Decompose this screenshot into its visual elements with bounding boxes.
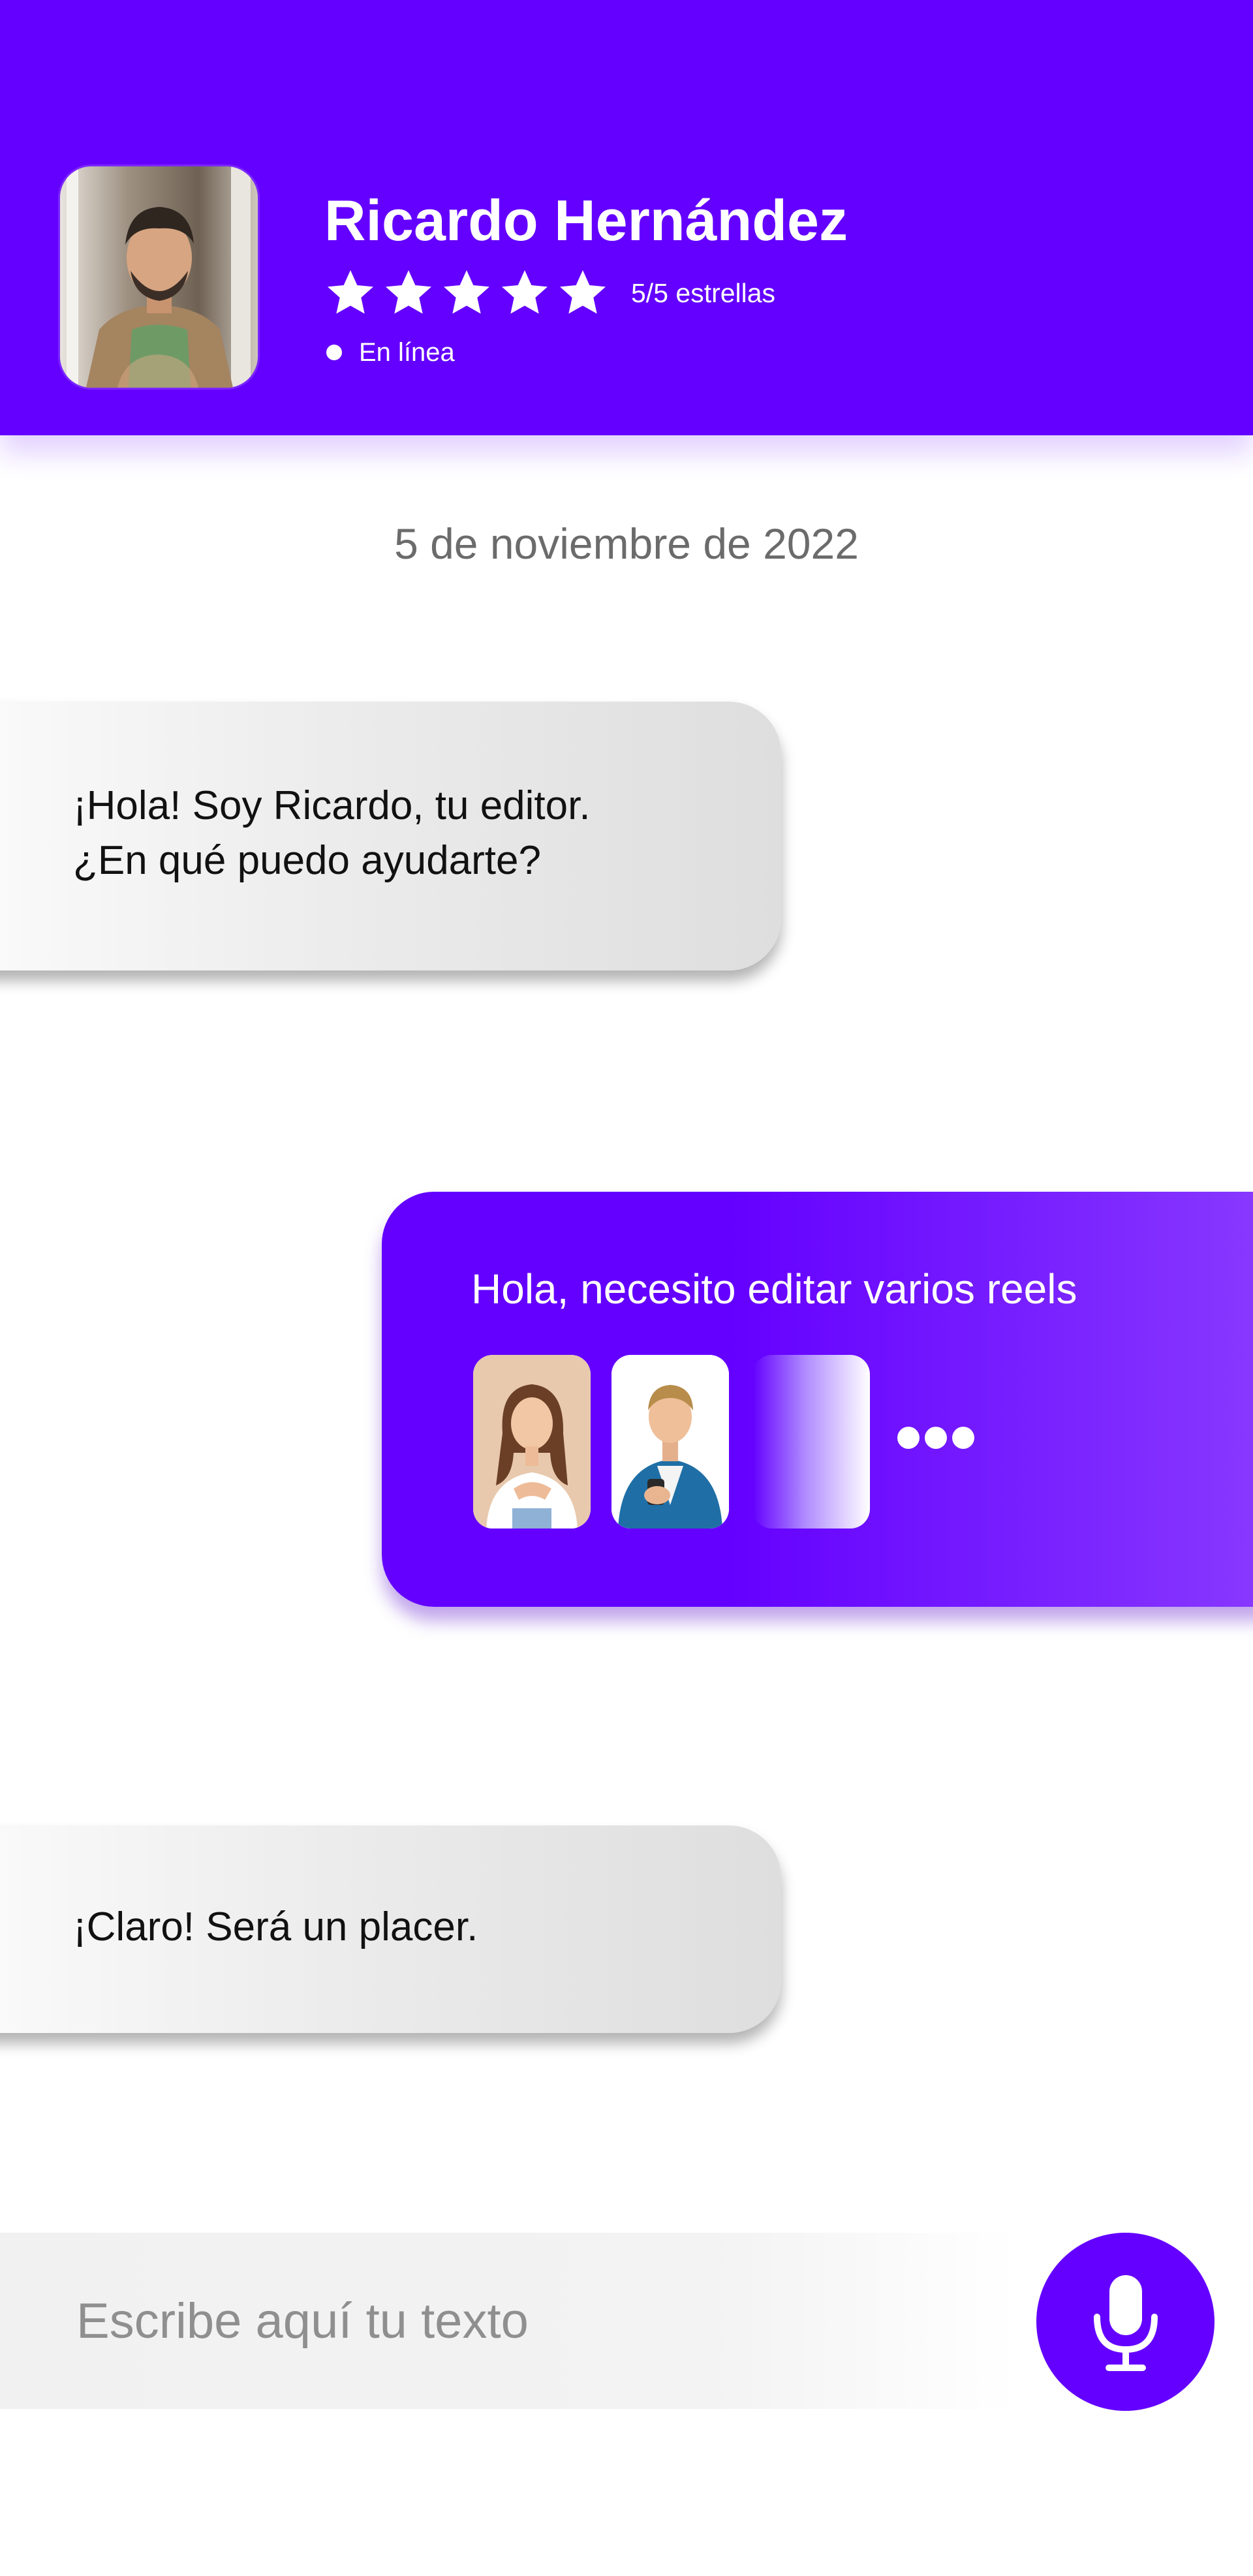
more-dots-icon[interactable]: [897, 1427, 974, 1449]
chat-screen: Ricardo Hernández 5/5 estrellas En línea…: [0, 0, 1253, 2576]
attachment-thumbnail-faded[interactable]: [752, 1355, 870, 1529]
incoming-message: ¡Hola! Soy Ricardo, tu editor. ¿En qué p…: [0, 702, 781, 970]
person-photo-icon: [60, 166, 258, 388]
rating-label: 5/5 estrellas: [631, 277, 776, 308]
star-icon: [502, 270, 548, 314]
message-input[interactable]: [0, 2233, 979, 2409]
woman-photo-icon: [473, 1355, 591, 1529]
attachment-thumbnail-man[interactable]: [611, 1355, 729, 1529]
online-dot-icon: [326, 345, 342, 360]
message-text: ¡Claro! Será un placer.: [73, 1904, 478, 1949]
contact-name: Ricardo Hernández: [324, 188, 848, 253]
status-text: En línea: [359, 337, 455, 367]
star-icon: [444, 270, 489, 314]
date-separator: 5 de noviembre de 2022: [394, 520, 859, 568]
message-composer: [0, 2233, 1018, 2409]
man-photo-icon: [611, 1355, 729, 1529]
microphone-button[interactable]: [1036, 2233, 1214, 2411]
message-text: ¡Hola! Soy Ricardo, tu editor. ¿En qué p…: [73, 783, 591, 883]
contact-avatar[interactable]: [60, 166, 258, 388]
star-icon: [328, 270, 373, 314]
rating: 5/5 estrellas: [324, 263, 775, 323]
star-icon: [386, 270, 431, 314]
attachment-thumbnail-woman[interactable]: [473, 1355, 591, 1529]
outgoing-message: Hola, necesito editar varios reels: [382, 1192, 1253, 1607]
chat-header: Ricardo Hernández 5/5 estrellas En línea: [0, 0, 1253, 435]
incoming-message: ¡Claro! Será un placer.: [0, 1825, 781, 2033]
message-text: Hola, necesito editar varios reels: [471, 1265, 1077, 1312]
online-status: En línea: [326, 336, 455, 369]
microphone-icon: [1093, 2274, 1158, 2371]
star-icon: [560, 270, 606, 314]
